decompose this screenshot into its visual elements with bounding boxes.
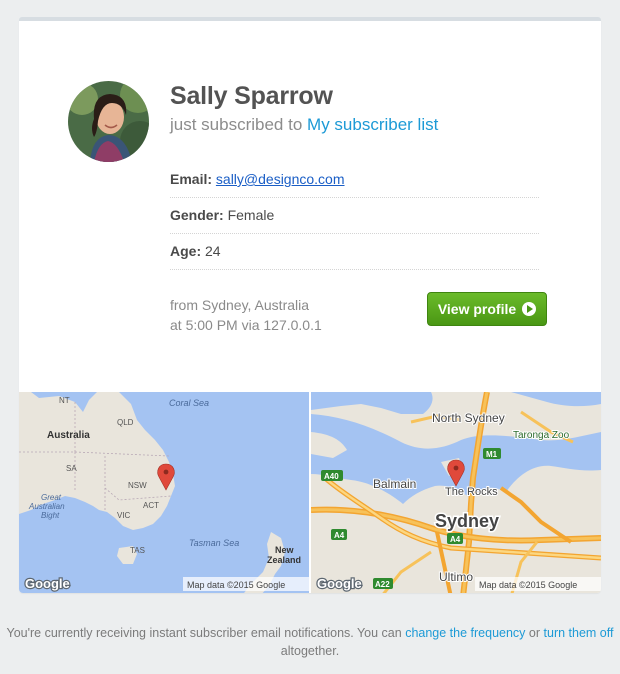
- label-act: ACT: [143, 501, 159, 510]
- label-a40: A40: [324, 472, 339, 481]
- label-tasman-sea: Tasman Sea: [189, 538, 239, 548]
- footer-text: You're currently receiving instant subsc…: [6, 626, 402, 640]
- view-profile-label: View profile: [437, 301, 517, 317]
- google-logo: Google: [317, 576, 362, 591]
- label-sydney: Sydney: [435, 511, 499, 531]
- footer-or: or: [528, 626, 541, 640]
- label-sa: SA: [66, 464, 77, 473]
- subscriber-name: Sally Sparrow: [170, 82, 333, 110]
- location-info: from Sydney, Australia at 5:00 PM via 12…: [170, 295, 322, 335]
- label-a4-left: A4: [334, 531, 345, 540]
- map-attribution[interactable]: Map data ©2015 Google: [479, 580, 577, 590]
- map-attribution[interactable]: Map data ©2015 Google: [187, 580, 285, 590]
- label-bight-line-2: Australian: [28, 502, 65, 511]
- gender-label: Gender:: [170, 207, 224, 223]
- gender-row: Gender: Female: [170, 207, 539, 223]
- avatar: [68, 81, 149, 162]
- divider: [170, 233, 539, 234]
- email-link[interactable]: sally@designco.com: [216, 171, 345, 187]
- label-coral-sea: Coral Sea: [169, 398, 209, 408]
- sydney-map[interactable]: North Sydney Taronga Zoo M1 A40 Balmain …: [311, 392, 601, 593]
- list-name-link[interactable]: My subscriber list: [307, 115, 438, 134]
- subscription-line: just subscribed to My subscriber list: [170, 115, 438, 135]
- label-qld: QLD: [117, 418, 134, 427]
- age-value: 24: [205, 243, 221, 259]
- turn-off-link[interactable]: turn them off: [544, 626, 614, 640]
- footer-tail: altogether.: [280, 644, 340, 658]
- maps: NT QLD Coral Sea Australia SA NSW Great …: [19, 392, 601, 593]
- label-north-sydney: North Sydney: [432, 411, 505, 425]
- divider: [170, 197, 539, 198]
- view-profile-button[interactable]: View profile: [427, 292, 547, 326]
- label-australia: Australia: [47, 430, 90, 441]
- subscribed-prefix: just subscribed to: [170, 115, 303, 134]
- email-row: Email: sally@designco.com: [170, 171, 539, 187]
- label-m1: M1: [486, 450, 498, 459]
- label-the-rocks: The Rocks: [445, 486, 498, 498]
- label-a4-mid: A4: [450, 535, 461, 544]
- age-row: Age: 24: [170, 243, 539, 259]
- arrow-right-icon: [522, 302, 537, 316]
- age-label: Age:: [170, 243, 202, 259]
- label-ultimo: Ultimo: [439, 570, 473, 584]
- footer-note: You're currently receiving instant subsc…: [0, 624, 620, 660]
- label-tas: TAS: [130, 546, 145, 555]
- change-frequency-link[interactable]: change the frequency: [405, 626, 525, 640]
- label-taronga-zoo: Taronga Zoo: [513, 430, 570, 441]
- label-bight-line-3: Bight: [41, 511, 60, 520]
- label-a22: A22: [375, 580, 390, 589]
- label-bight-line-1: Great: [41, 493, 62, 502]
- label-nt: NT: [59, 396, 70, 405]
- location-text: from Sydney, Australia: [170, 297, 310, 313]
- time-text: at 5:00 PM via 127.0.0.1: [170, 317, 322, 333]
- label-nsw: NSW: [128, 481, 147, 490]
- label-new-zealand-line-2: Zealand: [267, 555, 301, 565]
- label-balmain: Balmain: [373, 477, 416, 491]
- label-new-zealand-line-1: New: [275, 545, 295, 555]
- gender-value: Female: [227, 207, 275, 223]
- email-label: Email:: [170, 171, 213, 187]
- label-vic: VIC: [117, 511, 131, 520]
- australia-map[interactable]: NT QLD Coral Sea Australia SA NSW Great …: [19, 392, 309, 593]
- google-logo: Google: [25, 576, 70, 591]
- notification-card: Sally Sparrow just subscribed to My subs…: [19, 17, 601, 593]
- divider: [170, 269, 539, 270]
